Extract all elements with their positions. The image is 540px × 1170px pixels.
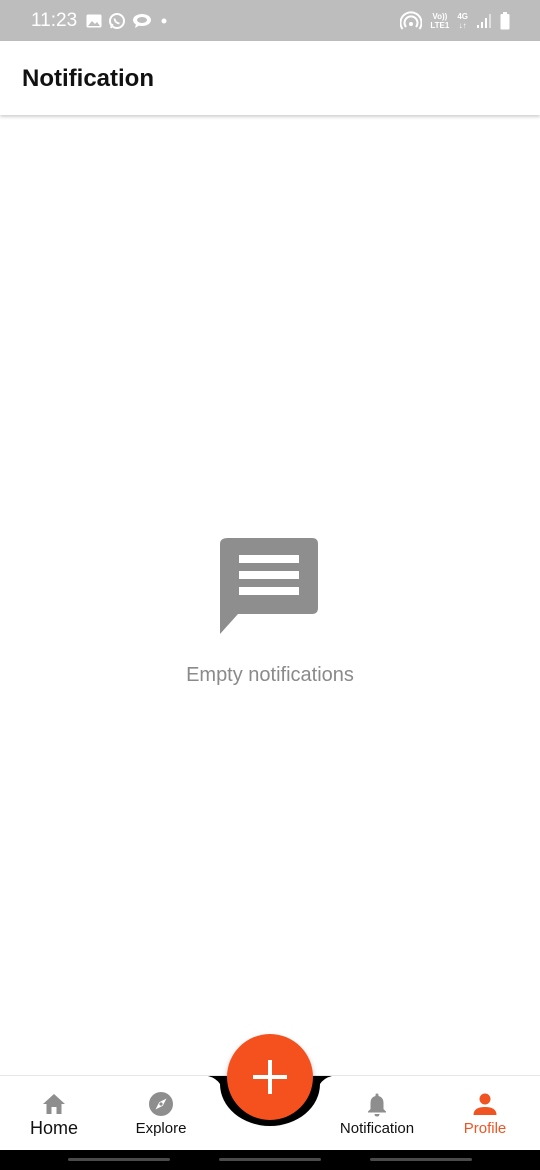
bell-icon — [368, 1093, 386, 1117]
volte-icon: Vo)) LTE1 — [430, 12, 449, 30]
notification-screen: 11:23 Vo)) LTE1 4G ↓↑ Notification Empty… — [0, 0, 540, 1170]
app-bar: Notification — [0, 41, 540, 115]
system-recents-handle[interactable] — [68, 1158, 170, 1161]
message-icon — [220, 538, 318, 634]
nav-notification[interactable]: Notification — [332, 1076, 422, 1151]
empty-state-text: Empty notifications — [186, 664, 354, 686]
status-bar: 11:23 Vo)) LTE1 4G ↓↑ — [0, 0, 540, 41]
nav-profile-label: Profile — [463, 1120, 507, 1137]
whatsapp-icon — [109, 13, 125, 29]
cloud-chat-icon — [133, 14, 151, 28]
nav-home-label: Home — [29, 1118, 78, 1138]
dot-icon — [161, 18, 167, 24]
home-icon — [43, 1094, 65, 1114]
compass-icon — [149, 1092, 173, 1116]
nav-notification-label: Notification — [339, 1120, 415, 1137]
nav-explore-label: Explore — [135, 1120, 187, 1137]
page-title: Notification — [22, 65, 154, 92]
add-button[interactable] — [227, 1034, 313, 1120]
volte-top: Vo)) — [432, 12, 448, 21]
nav-home[interactable]: Home — [23, 1076, 85, 1151]
battery-icon — [500, 12, 510, 30]
empty-state: Empty notifications — [0, 536, 540, 687]
system-back-handle[interactable] — [370, 1158, 472, 1161]
system-nav-bar — [0, 1150, 540, 1170]
4g-icon: 4G ↓↑ — [457, 12, 468, 30]
status-left-icons — [86, 11, 170, 31]
status-time: 11:23 — [31, 10, 78, 31]
person-icon — [473, 1093, 497, 1115]
system-home-handle[interactable] — [219, 1158, 321, 1161]
network-arrows: ↓↑ — [458, 21, 467, 30]
plus-icon — [253, 1060, 287, 1094]
status-right-icons: Vo)) LTE1 4G ↓↑ — [400, 10, 510, 32]
volte-bottom: LTE1 — [430, 21, 450, 30]
network-type: 4G — [457, 12, 468, 21]
signal-icon — [477, 14, 491, 28]
image-icon — [86, 14, 102, 28]
nav-profile[interactable]: Profile — [455, 1076, 515, 1151]
hotspot-icon — [400, 11, 423, 30]
nav-explore[interactable]: Explore — [126, 1076, 196, 1151]
